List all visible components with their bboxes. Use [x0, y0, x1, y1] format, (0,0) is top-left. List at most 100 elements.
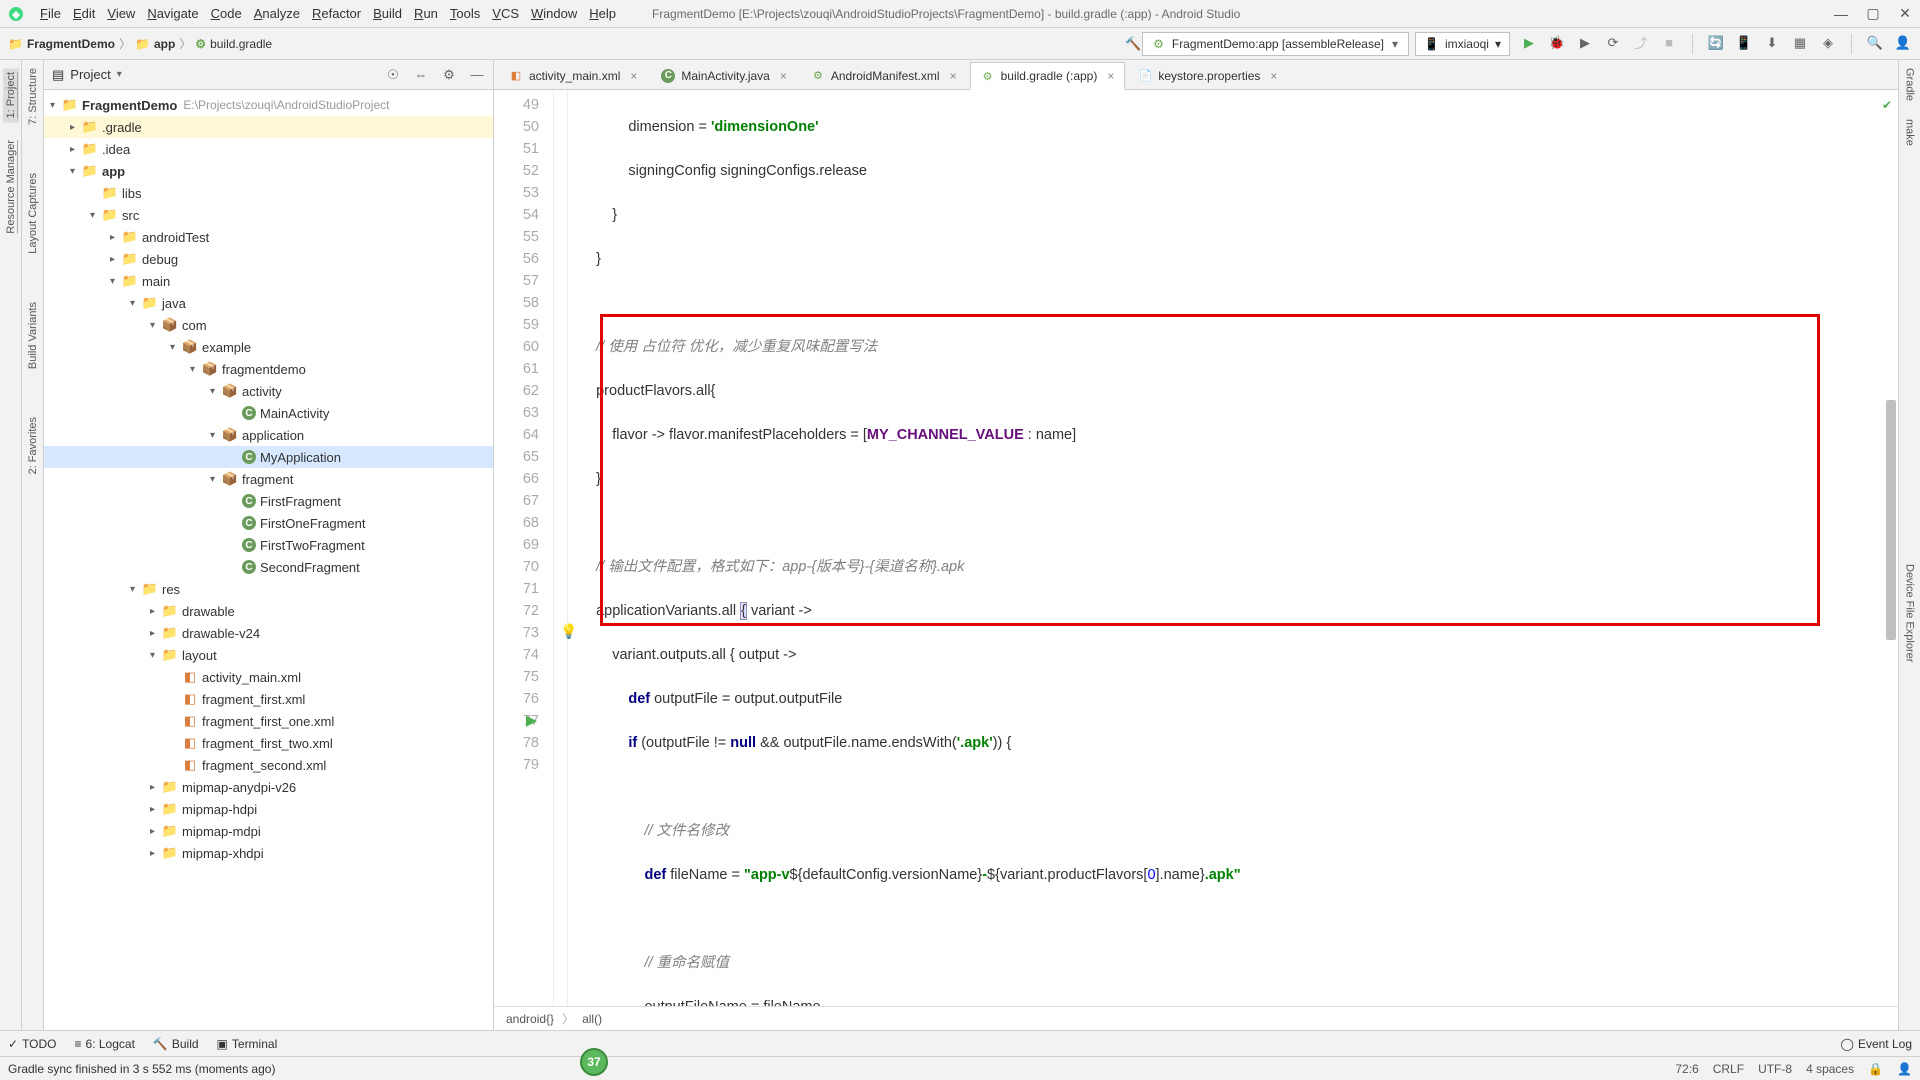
project-tree[interactable]: ▾📁 FragmentDemoE:\Projects\zouqi\Android… [44, 90, 493, 1030]
lock-icon[interactable]: 🔒 [1868, 1062, 1883, 1076]
rail-layout-captures[interactable]: Layout Captures [27, 173, 39, 254]
tab-build[interactable]: 🔨 Build [153, 1037, 199, 1051]
debug-icon[interactable]: 🐞 [1548, 34, 1566, 52]
menu-tools[interactable]: Tools [444, 4, 486, 23]
attach-icon[interactable]: ⤴ [1632, 34, 1650, 52]
status-encoding[interactable]: UTF-8 [1758, 1062, 1792, 1076]
menu-build[interactable]: Build [367, 4, 408, 23]
rail-make[interactable]: make [1904, 119, 1916, 146]
build-icon[interactable]: 🔨 [1124, 35, 1142, 53]
tree-root[interactable]: ▾📁 FragmentDemoE:\Projects\zouqi\Android… [44, 94, 493, 116]
tab-logcat[interactable]: ≡ 6: Logcat [75, 1037, 135, 1051]
menu-navigate[interactable]: Navigate [141, 4, 204, 23]
code-area[interactable]: dimension = 'dimensionOne' signingConfig… [568, 90, 1898, 1006]
menu-code[interactable]: Code [205, 4, 248, 23]
close-icon[interactable]: × [630, 69, 637, 83]
tree-debug[interactable]: ▸📁debug [44, 248, 493, 270]
sync-icon[interactable]: 🔄 [1707, 34, 1725, 52]
rail-structure[interactable]: 7: Structure [27, 68, 39, 125]
tree-firsttwofragment[interactable]: CFirstTwoFragment [44, 534, 493, 556]
status-eol[interactable]: CRLF [1713, 1062, 1744, 1076]
run-icon[interactable]: ▶ [1520, 34, 1538, 52]
tree-libs[interactable]: 📁libs [44, 182, 493, 204]
avd-icon[interactable]: 📱 [1735, 34, 1753, 52]
tab-keystore[interactable]: 📄keystore.properties× [1127, 61, 1288, 89]
close-icon[interactable]: × [1107, 69, 1114, 83]
tree-mipmap-hdpi[interactable]: ▸📁mipmap-hdpi [44, 798, 493, 820]
rail-build-variants[interactable]: Build Variants [27, 302, 39, 369]
coverage-icon[interactable]: ▶ [1576, 34, 1594, 52]
line-gutter[interactable]: 49505152 53545556 57585960 61626364 6566… [494, 90, 554, 1006]
locate-icon[interactable]: ☉ [385, 67, 401, 83]
tree-java[interactable]: ▾📁java [44, 292, 493, 314]
update-badge[interactable]: 37 [580, 1048, 608, 1076]
tree-fragment-first-xml[interactable]: ◧fragment_first.xml [44, 688, 493, 710]
close-icon[interactable]: ✕ [1898, 7, 1912, 21]
chevron-down-icon[interactable]: ▾ [117, 69, 122, 80]
crumb-android[interactable]: android{} [506, 1012, 554, 1026]
tree-androidtest[interactable]: ▸📁androidTest [44, 226, 493, 248]
device-combo[interactable]: 📱 imxiaoqi ▾ [1415, 32, 1510, 56]
tab-build-gradle[interactable]: ⚙build.gradle (:app)× [970, 62, 1126, 90]
intention-bulb-icon[interactable]: 💡 [560, 620, 577, 642]
tab-activity-main[interactable]: ◧activity_main.xml× [498, 61, 648, 89]
gear-icon[interactable]: ⚙ [441, 67, 457, 83]
tab-manifest[interactable]: ⚙AndroidManifest.xml× [800, 61, 968, 89]
menu-window[interactable]: Window [525, 4, 583, 23]
tree-res[interactable]: ▾📁res [44, 578, 493, 600]
tree-fragmentdemo[interactable]: ▾📦fragmentdemo [44, 358, 493, 380]
rail-project[interactable]: 1: Project [3, 68, 19, 122]
crumb-leaf[interactable]: build.gradle [210, 37, 272, 51]
tree-src[interactable]: ▾📁src [44, 204, 493, 226]
tree-fragment-first-one-xml[interactable]: ◧fragment_first_one.xml [44, 710, 493, 732]
menu-refactor[interactable]: Refactor [306, 4, 367, 23]
menu-file[interactable]: File [34, 4, 67, 23]
hide-icon[interactable]: — [469, 67, 485, 83]
tree-fragment-first-two-xml[interactable]: ◧fragment_first_two.xml [44, 732, 493, 754]
tree-activity-main-xml[interactable]: ◧activity_main.xml [44, 666, 493, 688]
tab-todo[interactable]: ✓ TODO [8, 1037, 57, 1051]
menu-run[interactable]: Run [408, 4, 444, 23]
tree-application-pkg[interactable]: ▾📦application [44, 424, 493, 446]
menu-edit[interactable]: Edit [67, 4, 101, 23]
tree-drawable-v24[interactable]: ▸📁drawable-v24 [44, 622, 493, 644]
rail-device-explorer[interactable]: Device File Explorer [1904, 564, 1916, 662]
menu-help[interactable]: Help [583, 4, 622, 23]
crumb-all[interactable]: all() [582, 1012, 602, 1026]
menu-analyze[interactable]: Analyze [248, 4, 306, 23]
tree-fragment-second-xml[interactable]: ◧fragment_second.xml [44, 754, 493, 776]
close-icon[interactable]: × [1270, 69, 1277, 83]
tree-secondfragment[interactable]: CSecondFragment [44, 556, 493, 578]
tab-eventlog[interactable]: ◯ Event Log [1841, 1037, 1912, 1051]
rail-gradle[interactable]: Gradle [1904, 68, 1916, 101]
crumb-mid[interactable]: app [154, 37, 175, 51]
tree-mainactivity[interactable]: CMainActivity [44, 402, 493, 424]
tree-firstonefragment[interactable]: CFirstOneFragment [44, 512, 493, 534]
collapse-icon[interactable]: ⇔ [413, 67, 429, 83]
vertical-scrollbar[interactable] [1886, 400, 1896, 640]
menu-view[interactable]: View [101, 4, 141, 23]
inspection-icon[interactable]: 👤 [1897, 1062, 1912, 1076]
tree-fragment-pkg[interactable]: ▾📦fragment [44, 468, 493, 490]
tab-mainactivity[interactable]: CMainActivity.java× [650, 61, 798, 89]
tree-drawable[interactable]: ▸📁drawable [44, 600, 493, 622]
menu-vcs[interactable]: VCS [486, 4, 525, 23]
rail-favorites[interactable]: 2: Favorites [27, 417, 39, 474]
tree-example[interactable]: ▾📦example [44, 336, 493, 358]
minimize-icon[interactable]: — [1834, 7, 1848, 21]
close-icon[interactable]: × [780, 69, 787, 83]
tree-mipmap-mdpi[interactable]: ▸📁mipmap-mdpi [44, 820, 493, 842]
tree-myapplication[interactable]: CMyApplication [44, 446, 493, 468]
tree-app[interactable]: ▾📁app [44, 160, 493, 182]
tree-layout[interactable]: ▾📁layout [44, 644, 493, 666]
tree-mipmap-anydpi[interactable]: ▸📁mipmap-anydpi-v26 [44, 776, 493, 798]
tree-com[interactable]: ▾📦com [44, 314, 493, 336]
fold-gutter[interactable] [554, 90, 568, 1006]
run-config-combo[interactable]: ⚙ FragmentDemo:app [assembleRelease] ▾ [1142, 32, 1409, 56]
stop-icon[interactable]: ■ [1660, 34, 1678, 52]
profiler-icon[interactable]: ⟳ [1604, 34, 1622, 52]
editor-body[interactable]: 49505152 53545556 57585960 61626364 6566… [494, 90, 1898, 1006]
tree-main[interactable]: ▾📁main [44, 270, 493, 292]
breadcrumb[interactable]: 📁 FragmentDemo 〉 📁 app 〉 ⚙ build.gradle [8, 35, 272, 52]
tree-firstfragment[interactable]: CFirstFragment [44, 490, 493, 512]
